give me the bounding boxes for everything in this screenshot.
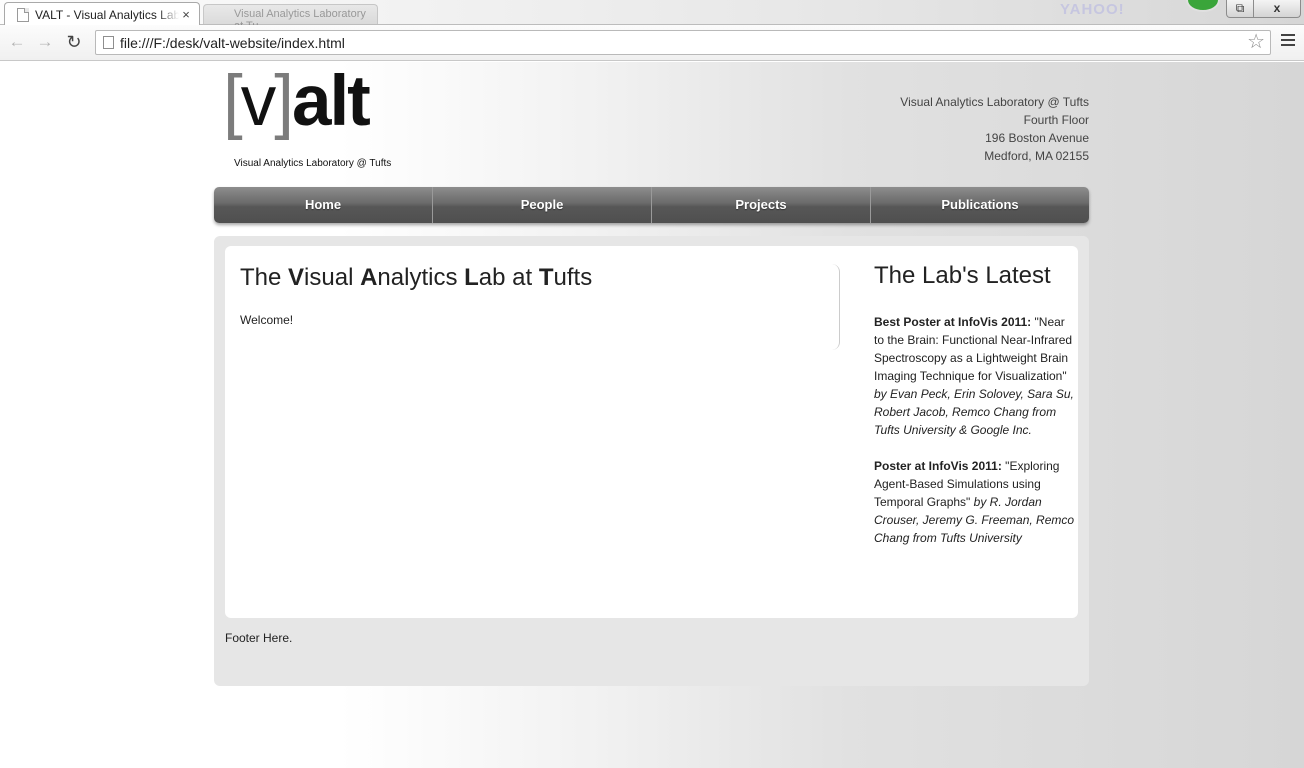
address-line: Medford, MA 02155	[984, 149, 1089, 163]
bookmark-star-icon[interactable]: ☆	[1247, 31, 1265, 53]
page-title: The Visual Analytics Lab at Tufts	[240, 264, 593, 291]
nav-home[interactable]: Home	[214, 187, 433, 223]
reload-icon[interactable]: ↻	[64, 33, 84, 53]
address-line: Visual Analytics Laboratory @ Tufts	[900, 95, 1089, 109]
browser-toolbar: ← → ↻ file:///F:/desk/valt-website/index…	[0, 25, 1304, 61]
valt-logo[interactable]: [v]alt Visual Analytics Laboratory @ Tuf…	[223, 66, 415, 172]
nav-people[interactable]: People	[433, 187, 652, 223]
footer-text: Footer Here.	[225, 631, 293, 645]
page-favicon-icon	[17, 7, 29, 22]
window-close-button[interactable]: x	[1253, 0, 1301, 18]
forward-arrow-icon[interactable]: →	[35, 33, 55, 53]
sidebar-title: The Lab's Latest	[874, 262, 1051, 289]
tab-close-icon[interactable]: ×	[179, 7, 193, 22]
content-wrapper: The Visual Analytics Lab at Tufts Welcom…	[214, 236, 1089, 686]
logo-subtitle: Visual Analytics Laboratory @ Tufts	[234, 158, 392, 169]
lab-address: Visual Analytics Laboratory @ Tufts Four…	[900, 93, 1089, 165]
address-line: Fourth Floor	[1023, 113, 1089, 127]
logo-wordmark: [v]alt	[223, 62, 371, 141]
news-item: Poster at InfoVis 2011: "Exploring Agent…	[874, 457, 1078, 547]
back-arrow-icon[interactable]: ←	[7, 33, 27, 53]
yahoo-badge: YAHOO!	[1060, 1, 1125, 18]
content-panel: The Visual Analytics Lab at Tufts Welcom…	[225, 246, 1078, 618]
news-authors: by Evan Peck, Erin Solovey, Sara Su, Rob…	[874, 387, 1074, 437]
browser-menu-icon[interactable]	[1281, 33, 1295, 47]
tab-title: VALT - Visual Analytics Lab	[35, 7, 179, 22]
window-restore-button[interactable]: ⧉	[1226, 0, 1254, 18]
page-viewport: [v]alt Visual Analytics Laboratory @ Tuf…	[0, 62, 1304, 768]
tab-strip: VALT - Visual Analytics Lab × Visual Ana…	[0, 0, 1304, 32]
nav-publications[interactable]: Publications	[871, 187, 1089, 223]
tab-inactive[interactable]: Visual Analytics Laboratory at Tu...	[203, 4, 378, 32]
news-label: Poster at InfoVis 2011:	[874, 459, 1002, 473]
main-column: The Visual Analytics Lab at Tufts Welcom…	[240, 264, 840, 350]
tab-valt[interactable]: VALT - Visual Analytics Lab ×	[4, 2, 200, 26]
news-label: Best Poster at InfoVis 2011:	[874, 315, 1032, 329]
news-item: Best Poster at InfoVis 2011: "Near to th…	[874, 313, 1078, 439]
address-bar[interactable]: file:///F:/desk/valt-website/index.html …	[95, 30, 1271, 55]
address-line: 196 Boston Avenue	[985, 131, 1089, 145]
nav-projects[interactable]: Projects	[652, 187, 871, 223]
main-nav: Home People Projects Publications	[214, 187, 1089, 223]
profile-orb-icon	[1186, 0, 1220, 12]
page-icon	[103, 36, 114, 49]
welcome-text: Welcome!	[240, 313, 294, 327]
url-text[interactable]: file:///F:/desk/valt-website/index.html	[120, 35, 345, 51]
sidebar-latest: The Lab's Latest Best Poster at InfoVis …	[874, 262, 1078, 547]
